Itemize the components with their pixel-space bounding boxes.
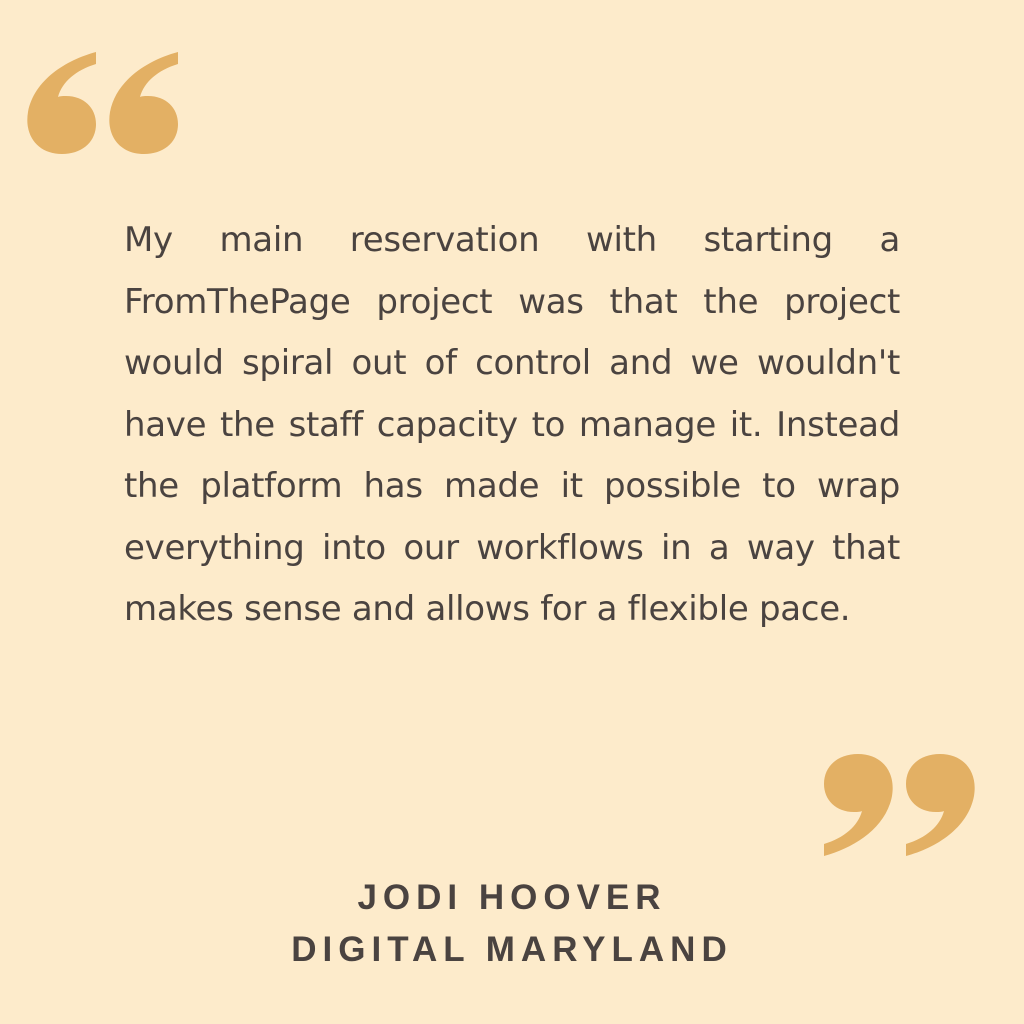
author-organization: DIGITAL MARYLAND bbox=[291, 930, 733, 969]
quote-text: My main reservation with starting a From… bbox=[124, 220, 900, 629]
close-quote-icon bbox=[824, 754, 975, 856]
open-quote-icon bbox=[27, 52, 178, 154]
attribution: JODI HOOVER DIGITAL MARYLAND bbox=[0, 872, 1024, 976]
author-name: JODI HOOVER bbox=[357, 878, 667, 917]
